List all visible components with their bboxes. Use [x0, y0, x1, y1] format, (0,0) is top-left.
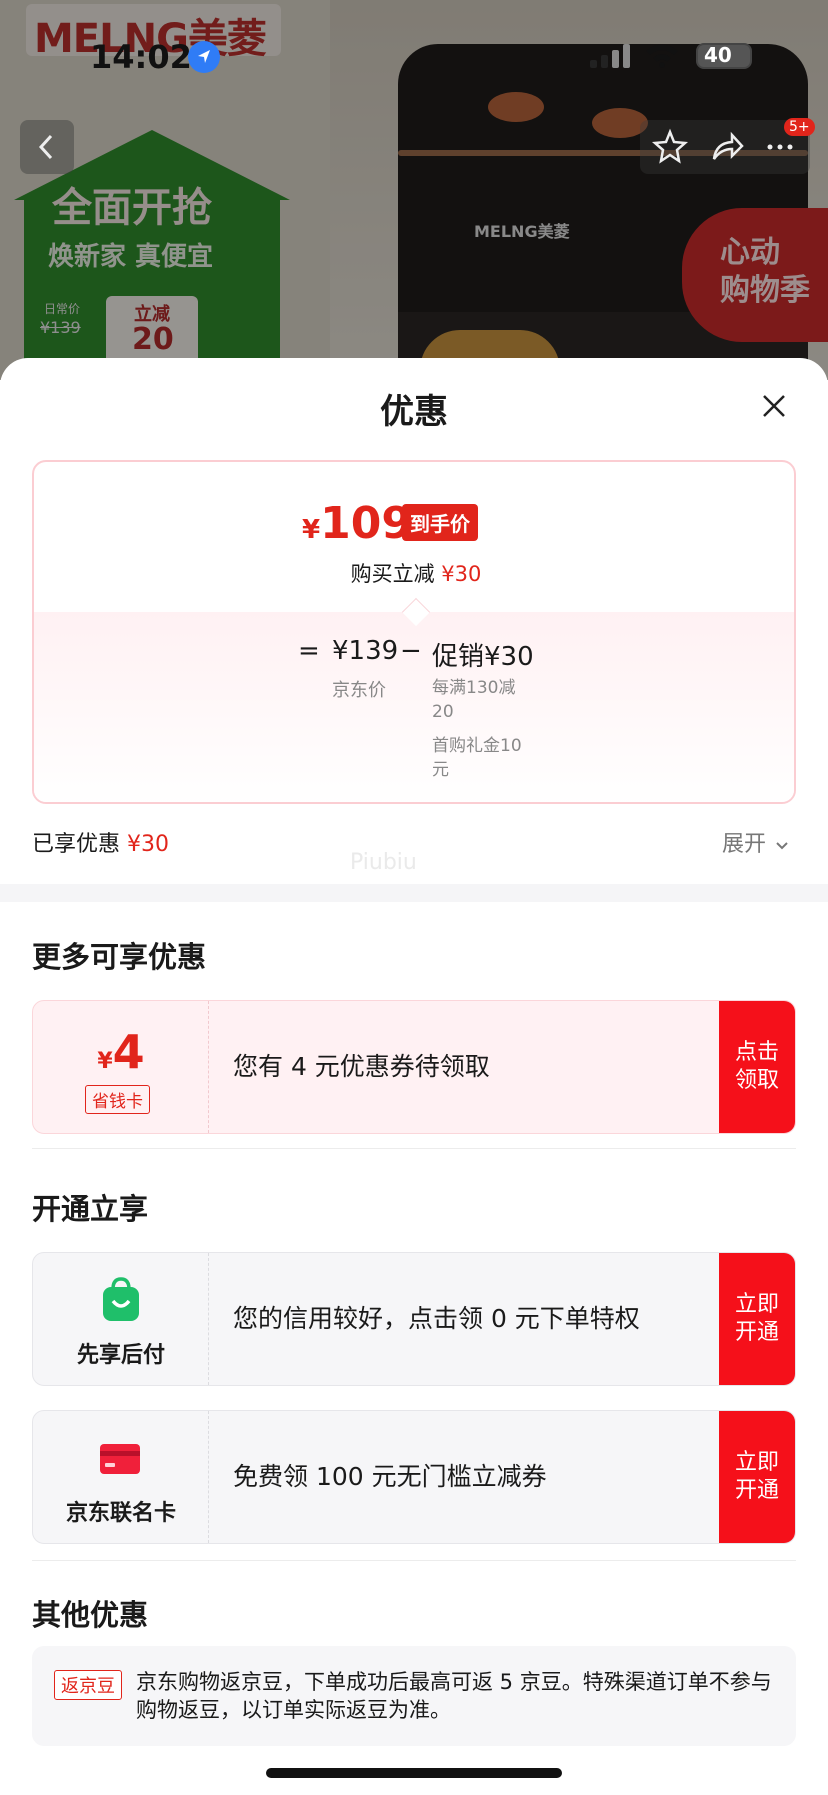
jingdou-tag: 返京豆	[54, 1670, 122, 1700]
coupon-left: ¥4 省钱卡	[33, 1001, 209, 1133]
divider	[32, 1560, 796, 1561]
wifi-icon	[644, 42, 680, 68]
pay-later-card[interactable]: 先享后付 您的信用较好，点击领 0 元下单特权 立即开通	[32, 1252, 796, 1386]
back-button[interactable]	[20, 120, 74, 174]
promo-detail-first-gift: 首购礼金10元	[432, 736, 522, 780]
coupon-text: 您有 4 元优惠券待领取	[233, 1052, 490, 1081]
price-breakdown-card: ¥109 到手价 购买立减 ¥30 = ¥139 − 促销¥30 京东价 每满1…	[32, 460, 796, 804]
jd-card-left: 京东联名卡	[33, 1411, 209, 1543]
chevron-down-icon	[776, 842, 788, 850]
star-icon[interactable]	[650, 127, 690, 167]
reduce-value: ¥30	[441, 562, 482, 586]
minus-sign: −	[400, 636, 422, 666]
status-time: 14:02	[90, 38, 192, 76]
more-offers-title: 更多可享优惠	[32, 940, 207, 974]
currency-symbol: ¥	[302, 515, 321, 545]
activate-title: 开通立享	[32, 1192, 149, 1226]
location-arrow-icon	[188, 41, 220, 73]
jd-card-offer-card[interactable]: 京东联名卡 免费领 100 元无门槛立减券 立即开通	[32, 1410, 796, 1544]
back-icon	[38, 134, 53, 160]
battery-icon: 40	[696, 43, 752, 69]
signal-icon	[590, 44, 632, 68]
final-price: ¥109	[302, 498, 412, 549]
pay-later-text: 您的信用较好，点击领 0 元下单特权	[233, 1304, 640, 1333]
activate-jd-card-button[interactable]: 立即开通	[719, 1411, 795, 1543]
final-price-tag: 到手价	[402, 504, 478, 541]
jingdou-rebate-box: 返京豆 京东购物返京豆，下单成功后最高可返 5 京豆。特殊渠道订单不参与购物返豆…	[32, 1646, 796, 1746]
other-offers-title: 其他优惠	[32, 1598, 149, 1632]
promo-amount: 促销¥30	[432, 642, 534, 672]
share-icon[interactable]	[706, 127, 746, 167]
enjoyed-discount: 已享优惠 ¥30	[32, 826, 169, 858]
discount-sheet: 优惠 ¥109 到手价 购买立减 ¥30 = ¥139 − 促销¥30 京东价 …	[0, 358, 828, 1795]
enjoyed-value: ¥30	[127, 832, 170, 857]
enjoyed-label: 已享优惠	[32, 832, 121, 857]
jd-price: ¥139	[332, 636, 399, 666]
jd-card-text: 免费领 100 元无门槛立减券	[233, 1462, 547, 1491]
activate-pay-later-button[interactable]: 立即开通	[719, 1253, 795, 1385]
purchase-reduction: 购买立减 ¥30	[34, 558, 794, 588]
jingdou-rebate-text: 京东购物返京豆，下单成功后最高可返 5 京豆。特殊渠道订单不参与购物返豆，以订单…	[136, 1670, 772, 1722]
cart-badge: 5+	[784, 118, 815, 136]
coupon-value: ¥4	[33, 1025, 209, 1079]
coupon-amount: 4	[112, 1025, 145, 1079]
promo-detail-full-reduction: 每满130减20	[432, 678, 516, 722]
claim-coupon-button[interactable]: 点击领取	[719, 1001, 795, 1133]
reduce-label: 购买立减	[350, 562, 435, 586]
watermark: Piubiu	[350, 850, 417, 875]
final-price-value: 109	[320, 498, 412, 549]
jd-price-label: 京东价	[332, 680, 386, 701]
coupon-offer-card[interactable]: ¥4 省钱卡 您有 4 元优惠券待领取 点击领取	[32, 1000, 796, 1134]
sheet-title: 优惠	[380, 392, 448, 432]
coupon-tag: 省钱卡	[85, 1085, 150, 1114]
home-indicator[interactable]	[266, 1768, 562, 1778]
jd-card-label: 京东联名卡	[65, 1501, 176, 1526]
divider	[32, 1148, 796, 1149]
credit-card-icon	[100, 1444, 140, 1474]
pay-later-left: 先享后付	[33, 1253, 209, 1385]
equals-sign: =	[298, 636, 320, 666]
section-separator	[0, 884, 828, 902]
currency-symbol: ¥	[97, 1049, 113, 1074]
pay-later-label: 先享后付	[76, 1343, 165, 1368]
expand-label: 展开	[722, 832, 767, 857]
expand-button[interactable]: 展开	[722, 826, 791, 858]
close-button[interactable]	[756, 388, 792, 424]
close-icon	[763, 395, 785, 417]
shopping-bag-icon	[103, 1277, 139, 1321]
